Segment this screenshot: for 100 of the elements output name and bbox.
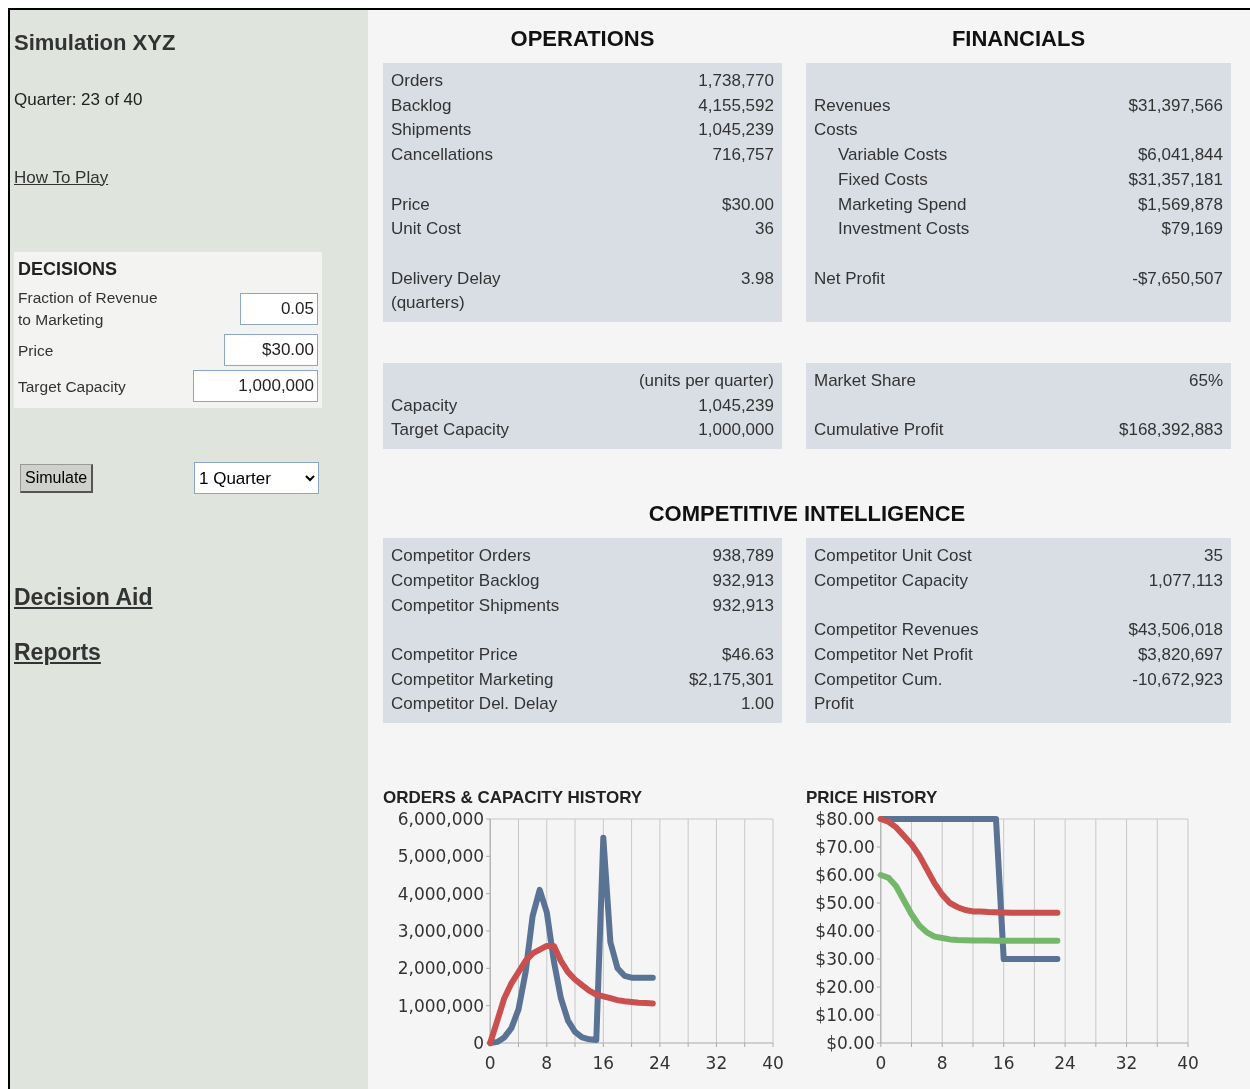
x-tick-label: 40 bbox=[762, 1053, 784, 1073]
row-value: 1.00 bbox=[740, 693, 774, 716]
x-tick-label: 32 bbox=[1115, 1053, 1138, 1073]
row-label: Marketing Spend bbox=[838, 193, 967, 216]
row-label: Variable Costs bbox=[838, 144, 948, 167]
x-tick-label: 16 bbox=[592, 1053, 615, 1073]
row-label: Competitor Revenues bbox=[814, 619, 979, 642]
row-value: $43,506,018 bbox=[1128, 619, 1223, 642]
y-tick-label: 6,000,000 bbox=[397, 809, 485, 829]
y-tick-label: $20.00 bbox=[815, 977, 875, 997]
x-tick-label: 24 bbox=[649, 1053, 671, 1073]
input-field[interactable]: 0.05 bbox=[240, 292, 318, 325]
row-value: $1,569,878 bbox=[1137, 193, 1223, 216]
row-label: Market Share bbox=[814, 370, 917, 392]
row-value: 1,077,113 bbox=[1148, 569, 1223, 592]
section-heading: FINANCIALS bbox=[950, 25, 1087, 53]
row-label: Shipments bbox=[391, 119, 472, 142]
row-value: 4,155,592 bbox=[698, 94, 774, 117]
row-value: 3.98 bbox=[740, 267, 774, 290]
chart-title: PRICE HISTORY bbox=[806, 787, 939, 809]
row-label: Revenues bbox=[814, 94, 891, 117]
row-value: -$7,650,507 bbox=[1132, 267, 1223, 290]
x-tick-label: 40 bbox=[1177, 1053, 1199, 1073]
row-label: Competitor Orders bbox=[391, 545, 531, 568]
x-tick-label: 32 bbox=[705, 1053, 728, 1073]
quarter-label: Quarter: 23 of 40 bbox=[14, 89, 144, 111]
y-tick-label: 1,000,000 bbox=[397, 995, 485, 1016]
row-label: Capacity bbox=[391, 394, 458, 417]
row-label: Competitor Unit Cost bbox=[814, 545, 972, 568]
row-label: Competitor Capacity bbox=[814, 569, 968, 592]
row-value: 1,000,000 bbox=[698, 419, 774, 442]
chart-title: ORDERS & CAPACITY HISTORY bbox=[383, 787, 644, 809]
row-value: $168,392,883 bbox=[1119, 419, 1223, 442]
x-tick-label: 0 bbox=[875, 1053, 887, 1073]
row-label: Cancellations bbox=[391, 144, 494, 167]
row-value: -10,672,923 bbox=[1132, 668, 1223, 691]
row-value: $46.63 bbox=[722, 643, 774, 666]
row-label: Price bbox=[391, 193, 430, 216]
row-label: Competitor Marketing bbox=[391, 668, 554, 691]
row-label: Fixed Costs bbox=[838, 168, 928, 191]
sidebar-title: Simulation XYZ bbox=[14, 29, 177, 57]
row-value: $30.00 bbox=[722, 193, 774, 216]
field-label: Fraction of Revenue to Marketing bbox=[18, 288, 158, 330]
row-value: 932,913 bbox=[712, 594, 774, 617]
row-value: $31,357,181 bbox=[1128, 168, 1223, 191]
row-label: Competitor Price bbox=[391, 643, 518, 666]
row-value: $2,175,301 bbox=[688, 668, 774, 691]
row-label: Unit Cost bbox=[391, 218, 461, 241]
row-label: Competitor Shipments bbox=[391, 594, 560, 617]
unit-note: (units per quarter) bbox=[637, 370, 774, 392]
y-tick-label: 2,000,000 bbox=[397, 958, 485, 979]
y-tick-label: $0.00 bbox=[826, 1033, 875, 1053]
y-tick-label: 4,000,000 bbox=[397, 883, 485, 904]
y-tick-label: $80.00 bbox=[815, 809, 875, 829]
input-field[interactable]: $30.00 bbox=[224, 334, 318, 367]
row-value: 65% bbox=[1188, 370, 1223, 392]
row-label: Investment Costs bbox=[838, 218, 970, 241]
row-value: 35 bbox=[1204, 545, 1223, 568]
row-label: Costs bbox=[814, 119, 858, 142]
row-label: Competitor Del. Delay bbox=[391, 693, 558, 716]
row-value: 36 bbox=[755, 218, 774, 241]
section-heading: COMPETITIVE INTELLIGENCE bbox=[647, 500, 967, 529]
row-value: 716,757 bbox=[712, 144, 774, 167]
input-field[interactable]: 1,000,000 bbox=[193, 370, 318, 403]
field-label: Target Capacity bbox=[18, 376, 126, 397]
row-value: 1,738,770 bbox=[698, 70, 774, 92]
row-value: $31,397,566 bbox=[1128, 94, 1223, 117]
y-tick-label: 0 bbox=[473, 1033, 485, 1053]
x-tick-label: 8 bbox=[936, 1053, 948, 1073]
x-tick-label: 8 bbox=[541, 1053, 553, 1073]
y-tick-label: $40.00 bbox=[815, 921, 875, 941]
row-label: Backlog bbox=[391, 94, 452, 117]
x-tick-label: 16 bbox=[992, 1053, 1015, 1073]
row-value: 1,045,239 bbox=[698, 394, 774, 417]
field-label: Price bbox=[18, 340, 54, 361]
row-value: $79,169 bbox=[1161, 218, 1223, 241]
row-value: 932,913 bbox=[712, 569, 774, 592]
row-label: Net Profit bbox=[814, 267, 885, 290]
x-tick-label: 24 bbox=[1054, 1053, 1076, 1073]
row-label: Target Capacity bbox=[391, 419, 510, 442]
row-label: Competitor Cum. Profit bbox=[814, 668, 943, 716]
how-to-play-link[interactable]: How To Play bbox=[14, 164, 109, 190]
y-tick-label: $10.00 bbox=[815, 1005, 875, 1025]
row-label: Competitor Net Profit bbox=[814, 643, 973, 666]
simulate-button[interactable]: Simulate bbox=[20, 463, 94, 493]
row-label: Delivery Delay (quarters) bbox=[391, 267, 501, 315]
y-tick-label: $60.00 bbox=[815, 865, 875, 885]
row-value: 1,045,239 bbox=[698, 119, 774, 142]
row-value: $3,820,697 bbox=[1137, 643, 1223, 666]
y-tick-label: 3,000,000 bbox=[397, 921, 485, 941]
nav-link[interactable]: Decision Aid bbox=[14, 580, 153, 615]
y-tick-label: 5,000,000 bbox=[397, 846, 485, 867]
period-select[interactable]: 1 Quarter bbox=[194, 462, 319, 495]
section-heading: OPERATIONS bbox=[509, 25, 656, 53]
row-value: 938,789 bbox=[712, 545, 774, 568]
nav-link[interactable]: Reports bbox=[14, 634, 101, 670]
row-label: Cumulative Profit bbox=[814, 419, 944, 442]
row-value: $6,041,844 bbox=[1137, 144, 1223, 167]
y-tick-label: $50.00 bbox=[815, 893, 875, 913]
row-label: Orders bbox=[391, 70, 443, 92]
